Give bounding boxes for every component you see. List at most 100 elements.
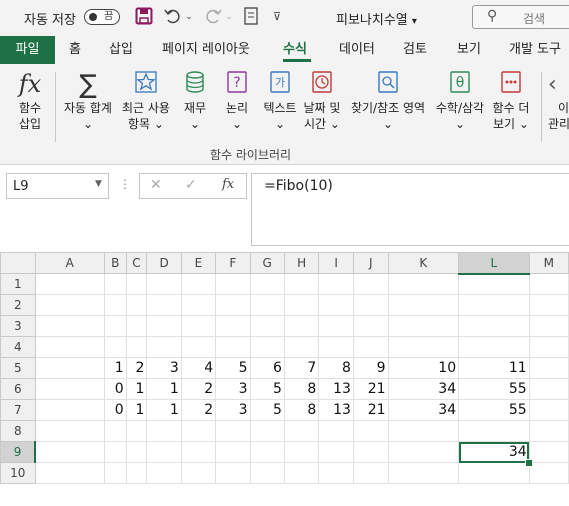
cell-e9[interactable] [180, 441, 217, 463]
cell-j10[interactable] [352, 462, 389, 484]
cell-i5[interactable]: 8 [318, 357, 354, 379]
cell-i2[interactable] [318, 294, 354, 316]
cell-f4[interactable] [215, 336, 251, 358]
cell-k5[interactable]: 10 [387, 357, 460, 379]
column-header-f[interactable]: F [215, 252, 251, 274]
cell-i9[interactable] [318, 441, 354, 463]
cell-i1[interactable] [318, 273, 354, 295]
cell-j8[interactable] [352, 420, 389, 442]
column-header-a[interactable]: A [34, 252, 105, 274]
cell-c8[interactable] [125, 420, 148, 442]
cell-g10[interactable] [249, 462, 285, 484]
row-header-9[interactable]: 9 [0, 441, 37, 463]
cell-f6[interactable]: 3 [215, 378, 251, 400]
cell-l2[interactable] [458, 294, 530, 316]
column-header-e[interactable]: E [180, 252, 217, 274]
cell-a8[interactable] [34, 420, 105, 442]
row-header-4[interactable]: 4 [0, 336, 36, 358]
cell-k3[interactable] [387, 315, 460, 337]
name-manager-button[interactable]: ‹ 이 관리 [548, 70, 569, 132]
cell-a4[interactable] [34, 336, 105, 358]
cell-b1[interactable] [103, 273, 127, 295]
cell-l8[interactable] [458, 420, 530, 442]
cell-d3[interactable] [146, 315, 182, 337]
undo-dropdown-icon[interactable]: ⌄ [184, 7, 194, 27]
customize-toolbar-icon[interactable]: ⊽ [270, 7, 284, 27]
select-all-corner[interactable] [0, 252, 36, 274]
cell-g7[interactable]: 5 [249, 399, 285, 421]
cell-k1[interactable] [387, 273, 460, 295]
cell-h9[interactable] [283, 441, 320, 463]
cell-a2[interactable] [34, 294, 105, 316]
cell-e5[interactable]: 4 [180, 357, 217, 379]
column-header-i[interactable]: I [318, 252, 354, 274]
cell-k2[interactable] [387, 294, 460, 316]
cell-f8[interactable] [215, 420, 251, 442]
cell-f2[interactable] [215, 294, 251, 316]
cell-a6[interactable] [34, 378, 105, 400]
cell-f7[interactable]: 3 [215, 399, 251, 421]
cell-g1[interactable] [249, 273, 285, 295]
math-trig-button[interactable]: θ 수학/삼각 ⌄ [432, 70, 488, 132]
row-header-1[interactable]: 1 [0, 273, 36, 295]
tab-view[interactable]: 보기 [457, 36, 481, 64]
column-header-m[interactable]: M [528, 252, 569, 274]
cell-e1[interactable] [180, 273, 217, 295]
cell-d9[interactable] [146, 441, 182, 463]
cell-i4[interactable] [318, 336, 354, 358]
fill-handle[interactable] [525, 458, 534, 467]
row-header-6[interactable]: 6 [0, 378, 36, 400]
cell-d7[interactable]: 1 [146, 399, 182, 421]
cell-k8[interactable] [387, 420, 460, 442]
row-header-8[interactable]: 8 [0, 420, 36, 442]
redo-dropdown-icon[interactable]: ⌄ [224, 7, 234, 27]
cell-h1[interactable] [283, 273, 320, 295]
cell-l9[interactable]: 34 [458, 441, 530, 463]
cell-f5[interactable]: 5 [215, 357, 251, 379]
cell-h7[interactable]: 8 [283, 399, 320, 421]
cell-c9[interactable] [125, 441, 148, 463]
text-button[interactable]: 가 텍스트 ⌄ [258, 70, 302, 132]
column-header-g[interactable]: G [249, 252, 285, 274]
cell-c1[interactable] [125, 273, 148, 295]
name-box[interactable]: L9 ▼ [6, 173, 109, 199]
financial-button[interactable]: 재무 ⌄ [178, 70, 212, 132]
cell-e2[interactable] [180, 294, 217, 316]
cell-k6[interactable]: 34 [387, 378, 460, 400]
cell-d1[interactable] [146, 273, 182, 295]
cell-g3[interactable] [249, 315, 285, 337]
row-header-10[interactable]: 10 [0, 462, 36, 484]
cell-d6[interactable]: 1 [146, 378, 182, 400]
cell-g5[interactable]: 6 [249, 357, 285, 379]
tab-data[interactable]: 데이터 [339, 36, 375, 64]
cell-f9[interactable] [215, 441, 251, 463]
cell-m8[interactable] [528, 420, 569, 442]
cell-k10[interactable] [387, 462, 460, 484]
cell-f10[interactable] [215, 462, 251, 484]
cell-j6[interactable]: 21 [352, 378, 389, 400]
column-header-h[interactable]: H [283, 252, 320, 274]
cell-m3[interactable] [528, 315, 569, 337]
logical-button[interactable]: ? 논리 ⌄ [220, 70, 254, 132]
row-header-5[interactable]: 5 [0, 357, 36, 379]
tab-file[interactable]: 파일 [0, 36, 55, 64]
cell-d4[interactable] [146, 336, 182, 358]
cell-b7[interactable]: 0 [103, 399, 127, 421]
formula-input[interactable]: =Fibo(10) [251, 173, 569, 246]
cell-j5[interactable]: 9 [352, 357, 389, 379]
cell-j1[interactable] [352, 273, 389, 295]
cell-d5[interactable]: 3 [146, 357, 182, 379]
cell-i7[interactable]: 13 [318, 399, 354, 421]
tab-page-layout[interactable]: 페이지 레이아웃 [162, 36, 250, 64]
cell-m10[interactable] [528, 462, 569, 484]
cell-c7[interactable]: 1 [125, 399, 148, 421]
cell-h2[interactable] [283, 294, 320, 316]
search-box[interactable]: ⚲ 검색 [472, 5, 569, 29]
cancel-icon[interactable]: ✕ [150, 177, 162, 193]
cell-b2[interactable] [103, 294, 127, 316]
lookup-reference-button[interactable]: 찾기/참조 영역 ⌄ [346, 70, 430, 132]
cell-c4[interactable] [125, 336, 148, 358]
cell-l4[interactable] [458, 336, 530, 358]
redo-icon[interactable] [202, 7, 224, 27]
cell-m4[interactable] [528, 336, 569, 358]
